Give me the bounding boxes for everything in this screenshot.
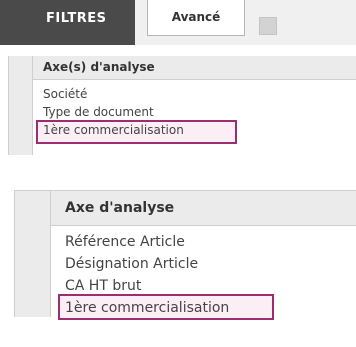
list-item[interactable]: CA HT brut	[51, 275, 141, 297]
filters-panel: FILTRES Avancé Axe(s) d'analyse Société …	[0, 0, 356, 155]
tab-extra-square-icon[interactable]	[259, 17, 277, 35]
list-item[interactable]: Société	[33, 84, 87, 104]
list-item-highlighted[interactable]: 1ère commercialisation	[51, 297, 229, 319]
analysis-axis-grid: Axe d'analyse Référence Article Désignat…	[14, 190, 356, 320]
list-item[interactable]: Type de document	[33, 102, 154, 122]
row-selector-column	[9, 56, 33, 155]
grid-header: Axe d'analyse	[51, 191, 356, 226]
tab-bar: FILTRES Avancé	[0, 0, 356, 45]
list-item-highlighted[interactable]: 1ère commercialisation	[33, 120, 184, 140]
tab-avance[interactable]: Avancé	[147, 0, 245, 36]
analysis-axes-grid: Axe(s) d'analyse Société Type de documen…	[8, 56, 356, 155]
list-item[interactable]: Désignation Article	[51, 253, 198, 275]
tab-filtres[interactable]: FILTRES	[0, 0, 135, 45]
analysis-axis-panel: Axe d'analyse Référence Article Désignat…	[14, 190, 356, 320]
row-selector-column	[15, 191, 51, 317]
list-item[interactable]: Référence Article	[51, 231, 185, 253]
grid-header: Axe(s) d'analyse	[33, 56, 356, 80]
